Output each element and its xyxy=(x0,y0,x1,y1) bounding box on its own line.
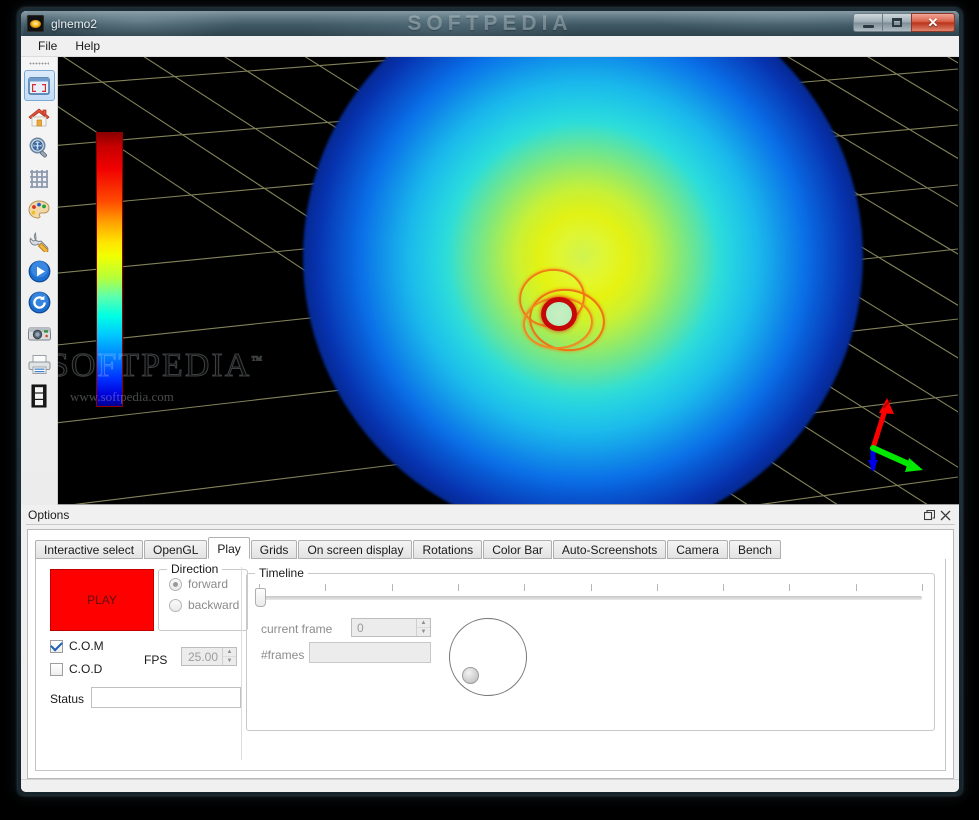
maximize-icon xyxy=(892,18,902,27)
radio-forward-icon xyxy=(169,577,182,591)
color-bar[interactable] xyxy=(96,132,123,407)
window-inner: SOFTPEDIA glnemo2 ✕ File Help SOFTPEDIA™… xyxy=(21,11,959,792)
movie-icon[interactable] xyxy=(24,380,55,411)
tab-play[interactable]: Play xyxy=(208,537,250,559)
chevron-down-icon[interactable]: ▼ xyxy=(223,657,236,665)
radio-forward[interactable]: forward xyxy=(169,577,247,591)
radio-backward-label: backward xyxy=(188,598,240,612)
num-frames-field[interactable] xyxy=(309,642,431,663)
options-dock: Options Interactive select OpenGL Play G… xyxy=(21,505,959,779)
checkbox-com-icon xyxy=(50,639,63,653)
options-tab-row: Interactive select OpenGL Play Grids On … xyxy=(35,537,946,560)
timeline-slider-track[interactable] xyxy=(259,596,922,600)
title-bar-left: glnemo2 xyxy=(27,11,97,36)
home-icon[interactable] xyxy=(24,101,55,132)
fps-spinner[interactable]: 25.00 ▲ ▼ xyxy=(181,647,237,666)
fullscreen-icon[interactable] xyxy=(23,70,55,101)
timeline-slider-handle[interactable] xyxy=(255,588,266,607)
timeline-ticks xyxy=(259,584,923,592)
menu-item-file[interactable]: File xyxy=(29,37,66,55)
main-area: SOFTPEDIA™ www.softpedia.com xyxy=(21,57,959,505)
window-title: glnemo2 xyxy=(51,16,98,31)
current-frame-label: current frame xyxy=(261,622,333,636)
tab-interactive-select[interactable]: Interactive select xyxy=(35,540,144,559)
checkbox-cod-icon xyxy=(50,662,63,676)
chevron-up-icon[interactable]: ▲ xyxy=(417,619,430,628)
status-bar xyxy=(21,779,959,792)
num-frames-label: #frames xyxy=(261,648,305,662)
chevron-down-icon[interactable]: ▼ xyxy=(417,628,430,636)
softpedia-banner-text: SOFTPEDIA xyxy=(407,12,573,35)
tab-bench[interactable]: Bench xyxy=(728,540,781,559)
fps-value: 25.00 xyxy=(187,650,218,664)
checkbox-com-label: C.O.M xyxy=(69,639,104,653)
palette-icon[interactable] xyxy=(24,194,55,225)
direction-group-title: Direction xyxy=(167,562,223,576)
play-icon[interactable] xyxy=(24,256,55,287)
menu-bar: File Help xyxy=(21,36,959,57)
fps-label: FPS xyxy=(144,653,168,667)
reload-icon[interactable] xyxy=(24,287,55,318)
tab-camera[interactable]: Camera xyxy=(667,540,728,559)
current-frame-spinner[interactable]: 0 ▲ ▼ xyxy=(351,618,431,637)
zoom-icon[interactable] xyxy=(24,132,55,163)
timeline-group: Timeline current frame 0 ▲ ▼ #frames xyxy=(246,566,935,731)
minimize-button[interactable] xyxy=(853,13,882,32)
window-controls: ✕ xyxy=(853,13,955,32)
app-icon xyxy=(27,15,44,32)
grid-icon[interactable] xyxy=(24,163,55,194)
application-window: SOFTPEDIA glnemo2 ✕ File Help SOFTPEDIA™… xyxy=(18,8,962,795)
tab-grids[interactable]: Grids xyxy=(250,540,298,559)
radio-forward-label: forward xyxy=(188,577,229,591)
direction-group: Direction forward backward xyxy=(158,562,248,631)
camera-icon[interactable] xyxy=(24,318,55,349)
timeline-dial-knob[interactable] xyxy=(462,667,479,684)
current-frame-spinner-arrows[interactable]: ▲ ▼ xyxy=(416,619,430,636)
opengl-render-view[interactable]: SOFTPEDIA™ www.softpedia.com xyxy=(58,57,959,505)
checkbox-com[interactable]: C.O.M xyxy=(50,639,104,653)
minimize-icon xyxy=(862,24,874,28)
tab-rotations[interactable]: Rotations xyxy=(413,540,483,559)
left-toolbar xyxy=(21,57,58,505)
fps-spinner-arrows[interactable]: ▲ ▼ xyxy=(222,648,236,665)
panel-divider xyxy=(241,567,242,760)
tab-on-screen-display[interactable]: On screen display xyxy=(298,540,413,559)
tab-color-bar[interactable]: Color Bar xyxy=(483,540,552,559)
checkbox-cod-label: C.O.D xyxy=(69,662,103,676)
toolbar-drag-handle[interactable] xyxy=(28,60,50,67)
galaxy-core-rings xyxy=(513,263,623,377)
print-icon[interactable] xyxy=(24,349,55,380)
timeline-group-title: Timeline xyxy=(255,566,308,580)
close-button[interactable]: ✕ xyxy=(911,13,955,32)
close-icon[interactable] xyxy=(937,508,953,523)
play-tab-panel: PLAY Direction forward backward C.O.M C.… xyxy=(35,559,946,771)
checkbox-cod[interactable]: C.O.D xyxy=(50,662,102,676)
close-icon: ✕ xyxy=(927,14,939,30)
options-title: Options xyxy=(28,508,70,522)
options-panel: Interactive select OpenGL Play Grids On … xyxy=(27,529,954,779)
current-frame-value: 0 xyxy=(357,621,364,635)
chevron-up-icon[interactable]: ▲ xyxy=(223,648,236,657)
title-bar[interactable]: SOFTPEDIA glnemo2 ✕ xyxy=(21,11,959,36)
radio-backward-icon xyxy=(169,598,182,612)
options-dock-header: Options xyxy=(26,506,955,525)
status-label: Status xyxy=(50,692,85,706)
timeline-dial[interactable] xyxy=(449,618,527,696)
tab-opengl[interactable]: OpenGL xyxy=(144,540,208,559)
tab-auto-screenshots[interactable]: Auto-Screenshots xyxy=(552,540,667,559)
status-field[interactable] xyxy=(91,687,241,708)
float-icon[interactable] xyxy=(921,508,937,523)
maximize-button[interactable] xyxy=(882,13,911,32)
wrench-icon[interactable] xyxy=(24,225,55,256)
menu-item-help[interactable]: Help xyxy=(66,37,109,55)
axis-gizmo xyxy=(868,398,923,472)
play-button[interactable]: PLAY xyxy=(50,569,154,631)
radio-backward[interactable]: backward xyxy=(169,598,247,612)
